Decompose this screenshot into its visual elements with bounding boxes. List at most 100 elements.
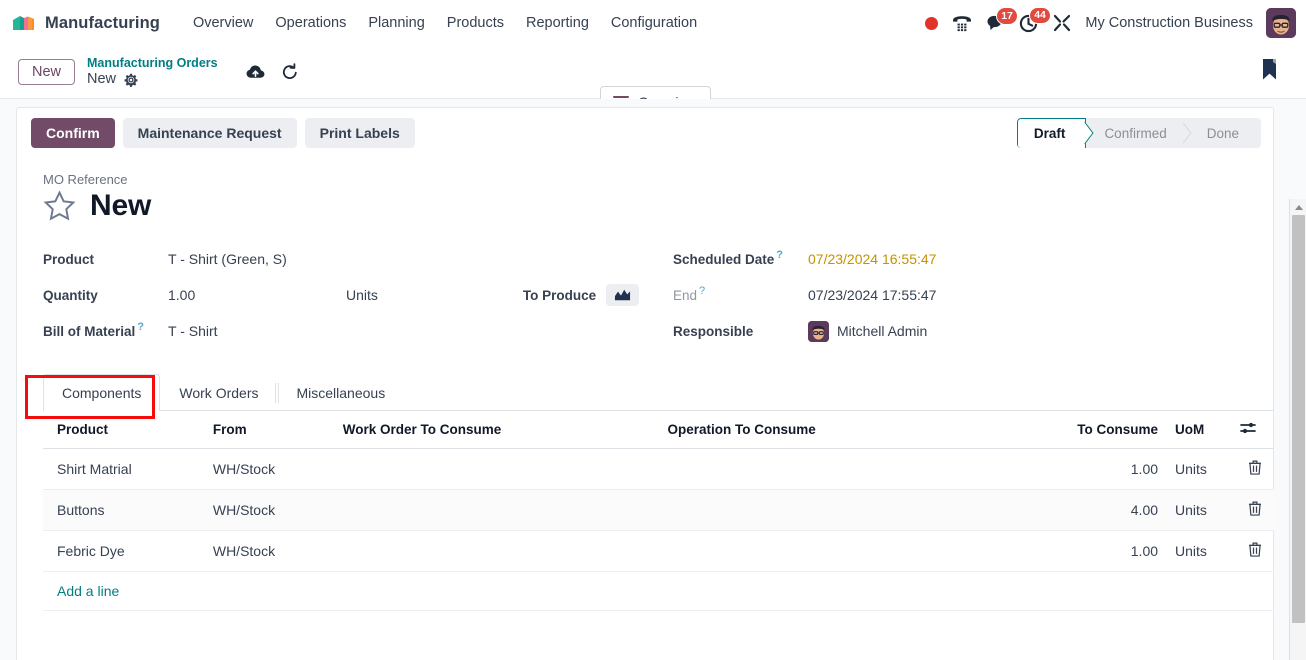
cell-uom[interactable]: Units — [1162, 530, 1240, 572]
field-responsible: Responsible Mitchell Admin — [673, 313, 1193, 349]
avatar[interactable] — [1266, 8, 1296, 38]
quantity-value[interactable]: 1.00 — [168, 287, 346, 303]
tab-work-orders[interactable]: Work Orders — [160, 374, 277, 411]
messages-badge: 17 — [995, 7, 1019, 25]
menu-item-operations[interactable]: Operations — [264, 9, 357, 37]
cell-delete — [1239, 489, 1274, 531]
trash-icon[interactable] — [1248, 460, 1262, 475]
product-label: Product — [43, 251, 95, 267]
trash-icon[interactable] — [1248, 542, 1262, 557]
menu-item-products[interactable]: Products — [436, 9, 515, 37]
cell-product[interactable]: Buttons — [43, 489, 213, 531]
cell-work-order[interactable] — [342, 448, 668, 490]
breadcrumb-parent[interactable]: Manufacturing Orders — [87, 56, 218, 70]
cell-to-consume[interactable]: 1.00 — [1057, 530, 1163, 572]
messages-counter[interactable]: 17 — [986, 7, 1019, 32]
column-header-uom[interactable]: UoM — [1162, 411, 1240, 449]
stage-draft[interactable]: Draft — [1016, 118, 1087, 148]
tab-miscellaneous[interactable]: Miscellaneous — [277, 374, 404, 411]
end-date-label: End? — [673, 285, 808, 303]
top-navbar: Manufacturing Overview Operations Planni… — [0, 0, 1306, 46]
column-header-operation[interactable]: Operation To Consume — [667, 411, 1058, 449]
column-header-product[interactable]: Product — [43, 411, 213, 449]
stage-done[interactable]: Done — [1189, 118, 1261, 148]
bom-label: Bill of Material? — [43, 321, 168, 339]
scheduled-date-label: Scheduled Date? — [673, 249, 808, 267]
cell-to-consume[interactable]: 4.00 — [1057, 489, 1163, 531]
table-row[interactable]: Buttons WH/Stock 4.00 Units — [43, 489, 1274, 531]
gear-icon[interactable] — [124, 73, 138, 87]
main-menu: Overview Operations Planning Products Re… — [182, 9, 708, 37]
print-labels-button[interactable]: Print Labels — [304, 118, 415, 148]
confirm-button[interactable]: Confirm — [31, 118, 115, 148]
cell-operation[interactable] — [667, 448, 1058, 490]
notebook: Components Work Orders Miscellaneous Pro… — [17, 373, 1274, 611]
scheduled-date-value[interactable]: 07/23/2024 16:55:47 — [808, 251, 936, 267]
bookmark-icon[interactable] — [1261, 58, 1278, 86]
app-brand[interactable]: Manufacturing — [12, 13, 160, 33]
menu-item-overview[interactable]: Overview — [182, 9, 264, 37]
control-panel: New Manufacturing Orders New — [0, 46, 1306, 118]
add-line-row[interactable]: Add a line — [43, 571, 1274, 611]
form-column-right: Scheduled Date? 07/23/2024 16:55:47 End?… — [673, 241, 1193, 349]
add-a-line-button[interactable]: Add a line — [43, 583, 119, 599]
responsible-value[interactable]: Mitchell Admin — [837, 323, 927, 339]
record-dot-icon[interactable] — [925, 16, 939, 30]
area-chart-icon[interactable] — [606, 284, 640, 306]
status-pipeline: Draft Confirmed Done — [1016, 118, 1261, 148]
cell-operation[interactable] — [667, 530, 1058, 572]
cell-to-consume[interactable]: 1.00 — [1057, 448, 1163, 490]
scroll-up-arrow[interactable] — [1290, 199, 1306, 215]
end-date-label-text: End — [673, 287, 698, 303]
page-scrollbar[interactable] — [1289, 199, 1306, 660]
cloud-upload-icon[interactable] — [246, 64, 265, 80]
scrollbar-thumb[interactable] — [1292, 215, 1305, 623]
scheduled-date-help-icon[interactable]: ? — [776, 249, 783, 261]
field-scheduled-date: Scheduled Date? 07/23/2024 16:55:47 — [673, 241, 1193, 277]
cell-product[interactable]: Febric Dye — [43, 530, 213, 572]
cell-operation[interactable] — [667, 489, 1058, 531]
cell-product[interactable]: Shirt Matrial — [43, 448, 213, 490]
sliders-icon[interactable] — [1240, 421, 1256, 435]
cell-work-order[interactable] — [342, 489, 668, 531]
table-row[interactable]: Shirt Matrial WH/Stock 1.00 Units — [43, 448, 1274, 490]
cell-work-order[interactable] — [342, 530, 668, 572]
star-outline-icon[interactable] — [43, 190, 76, 222]
to-produce-label: To Produce — [522, 287, 597, 303]
bom-label-text: Bill of Material — [43, 323, 136, 339]
cell-from[interactable]: WH/Stock — [212, 448, 343, 490]
end-date-help-icon[interactable]: ? — [699, 285, 705, 297]
record-actions — [246, 63, 299, 81]
tab-components[interactable]: Components — [43, 374, 161, 411]
record-statusbar: Confirm Maintenance Request Print Labels… — [17, 108, 1273, 158]
maintenance-request-button[interactable]: Maintenance Request — [122, 118, 297, 148]
bom-help-icon[interactable]: ? — [137, 321, 144, 333]
activities-counter[interactable]: 44 — [1019, 6, 1052, 33]
menu-item-planning[interactable]: Planning — [357, 9, 435, 37]
record-sheet: Confirm Maintenance Request Print Labels… — [16, 107, 1274, 660]
action-buttons: Confirm Maintenance Request Print Labels — [31, 118, 415, 148]
menu-item-reporting[interactable]: Reporting — [515, 9, 600, 37]
trash-icon[interactable] — [1248, 501, 1262, 516]
bom-value[interactable]: T - Shirt — [168, 323, 218, 339]
company-name[interactable]: My Construction Business — [1085, 15, 1253, 31]
cell-from[interactable]: WH/Stock — [212, 530, 343, 572]
table-row[interactable]: Febric Dye WH/Stock 1.00 Units — [43, 530, 1274, 572]
field-product: Product T - Shirt (Green, S) — [43, 241, 673, 277]
undo-icon[interactable] — [281, 63, 299, 81]
cell-from[interactable]: WH/Stock — [212, 489, 343, 531]
stage-confirmed[interactable]: Confirmed — [1086, 118, 1188, 148]
end-date-value[interactable]: 07/23/2024 17:55:47 — [808, 287, 936, 303]
product-value[interactable]: T - Shirt (Green, S) — [168, 251, 287, 267]
notebook-tabs: Components Work Orders Miscellaneous — [43, 373, 1273, 411]
menu-item-configuration[interactable]: Configuration — [600, 9, 708, 37]
new-button[interactable]: New — [18, 59, 76, 85]
wrench-icon[interactable] — [1052, 13, 1072, 33]
cell-uom[interactable]: Units — [1162, 448, 1240, 490]
cell-uom[interactable]: Units — [1162, 489, 1240, 531]
column-header-to-consume[interactable]: To Consume — [1057, 411, 1163, 449]
activities-badge: 44 — [1028, 6, 1052, 24]
dialpad-icon[interactable] — [951, 13, 973, 33]
column-header-work-order[interactable]: Work Order To Consume — [342, 411, 668, 449]
column-header-from[interactable]: From — [212, 411, 343, 449]
